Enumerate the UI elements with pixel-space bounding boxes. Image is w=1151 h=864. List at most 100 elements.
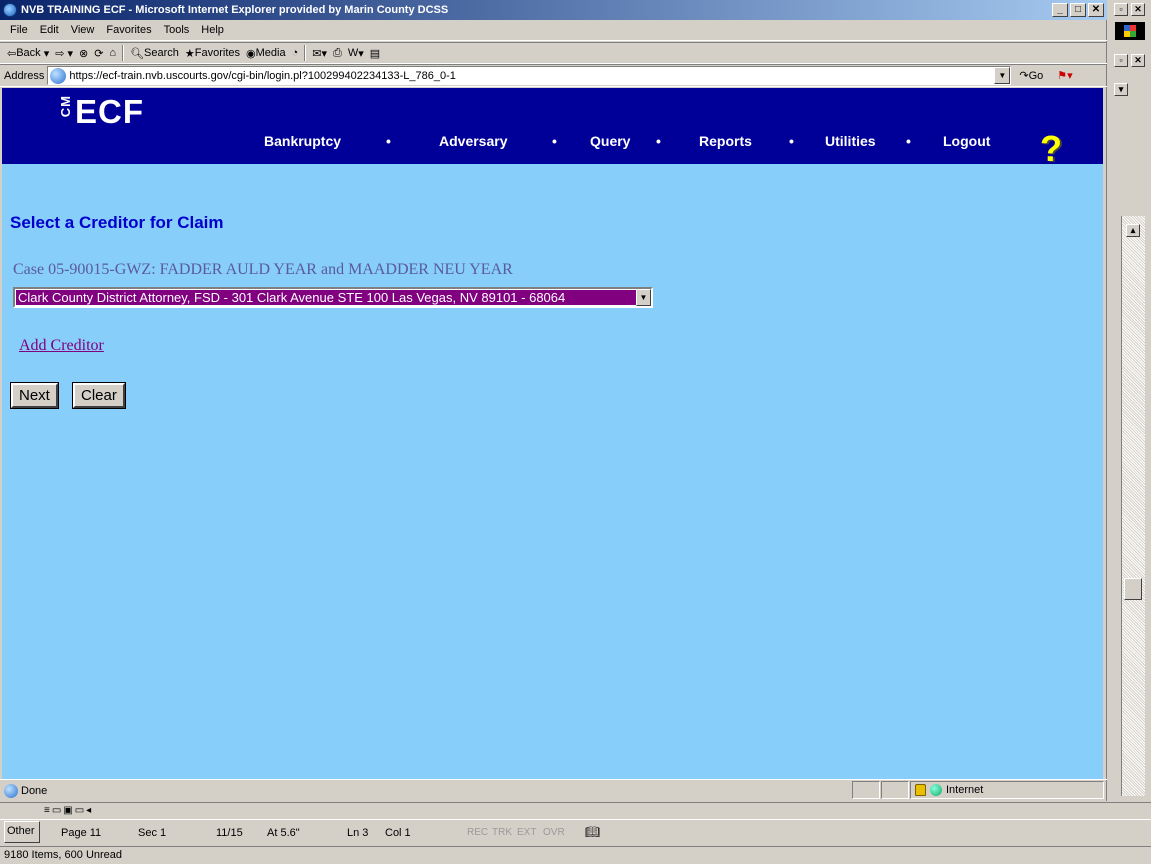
forward-button[interactable]: ⇨ ▾ bbox=[52, 47, 76, 60]
stop-button[interactable]: ⊗ bbox=[76, 47, 91, 60]
word-section: Sec 1 bbox=[138, 827, 167, 839]
forward-arrow-icon: ⇨ bbox=[55, 47, 65, 60]
nav-separator: • bbox=[906, 133, 911, 149]
menu-edit[interactable]: Edit bbox=[34, 24, 65, 36]
word-column: Col 1 bbox=[385, 827, 411, 839]
discuss-button[interactable]: ▤ bbox=[367, 47, 383, 60]
word-line: Ln 3 bbox=[347, 827, 369, 839]
word-page: Page 11 bbox=[61, 827, 102, 839]
bg-close-button[interactable]: ✕ bbox=[1131, 3, 1145, 16]
word-trk[interactable]: TRK bbox=[492, 827, 512, 838]
close-button[interactable]: ✕ bbox=[1088, 3, 1104, 17]
search-icon: 🔍︎ bbox=[130, 47, 145, 60]
window-title: NVB TRAINING ECF - Microsoft Internet Ex… bbox=[21, 4, 449, 16]
home-icon: ⌂ bbox=[109, 47, 117, 59]
nav-reports[interactable]: Reports bbox=[699, 133, 752, 149]
other-tab[interactable]: Other bbox=[4, 821, 40, 843]
toolbar: ⇦ Back ▾ ⇨ ▾ ⊗ ⟳ ⌂ 🔍︎ Search ★ Favorites ◉ M… bbox=[0, 42, 1107, 64]
clear-button[interactable]: Clear bbox=[72, 382, 126, 409]
go-button[interactable]: ↷Go bbox=[1019, 69, 1043, 82]
ecf-navbar: CMECF Bankruptcy • Adversary • Query • R… bbox=[2, 88, 1103, 167]
bg-doc-close-button[interactable]: ✕ bbox=[1131, 54, 1145, 67]
address-input[interactable]: https://ecf-train.nvb.uscourts.gov/cgi-b… bbox=[47, 66, 1012, 85]
bg-vertical-scrollbar[interactable] bbox=[1121, 216, 1145, 796]
bg-restore-button[interactable]: ▫ bbox=[1114, 3, 1128, 16]
word-horizontal-scrollbar[interactable]: ≡▭▣▭◂ bbox=[0, 802, 1151, 819]
media-button[interactable]: ◉ Media bbox=[243, 47, 289, 60]
menu-help[interactable]: Help bbox=[195, 24, 230, 36]
discuss-icon: ▤ bbox=[369, 47, 381, 60]
scroll-up-icon[interactable]: ▴ bbox=[1126, 224, 1140, 237]
page-viewport: CMECF Bankruptcy • Adversary • Query • R… bbox=[2, 88, 1103, 779]
mail-button[interactable]: ✉ ▾ bbox=[309, 47, 330, 60]
outlook-status-bar: 9180 Items, 600 Unread bbox=[0, 846, 1151, 864]
menu-view[interactable]: View bbox=[65, 24, 101, 36]
refresh-icon: ⟳ bbox=[94, 47, 104, 60]
nav-logout[interactable]: Logout bbox=[943, 133, 990, 149]
bg-doc-restore-button[interactable]: ▫ bbox=[1114, 54, 1128, 67]
chevron-down-icon: ▾ bbox=[43, 47, 50, 60]
menu-favorites[interactable]: Favorites bbox=[100, 24, 157, 36]
edit-button[interactable]: W ▾ bbox=[345, 47, 367, 60]
add-creditor-link[interactable]: Add Creditor bbox=[19, 337, 104, 355]
nav-bankruptcy[interactable]: Bankruptcy bbox=[264, 133, 341, 149]
nav-query[interactable]: Query bbox=[590, 133, 630, 149]
acrobat-icon[interactable]: ⚑▾ bbox=[1057, 69, 1072, 82]
go-arrow-icon: ↷ bbox=[1019, 70, 1029, 82]
search-button[interactable]: 🔍︎ Search bbox=[127, 47, 182, 60]
zone-label: Internet bbox=[946, 784, 984, 796]
status-text: Done bbox=[21, 784, 48, 797]
chevron-down-icon: ▾ bbox=[358, 47, 364, 60]
word-ext[interactable]: EXT bbox=[517, 827, 536, 838]
status-pane bbox=[852, 781, 880, 799]
creditor-selected-value: Clark County District Attorney, FSD - 30… bbox=[16, 290, 636, 305]
home-button[interactable]: ⌂ bbox=[106, 47, 119, 59]
menu-file[interactable]: File bbox=[4, 24, 34, 36]
mail-icon: ✉ bbox=[312, 47, 322, 60]
back-arrow-icon: ⇦ bbox=[7, 47, 17, 60]
chevron-down-icon: ▾ bbox=[67, 47, 73, 60]
help-icon[interactable]: ? bbox=[1040, 131, 1062, 167]
menu-bar: File Edit View Favorites Tools Help bbox=[0, 20, 1107, 41]
word-rec[interactable]: REC bbox=[467, 827, 488, 838]
creditor-select[interactable]: Clark County District Attorney, FSD - 30… bbox=[13, 287, 653, 308]
ecf-logo: CMECF bbox=[58, 93, 144, 130]
lock-icon bbox=[915, 784, 926, 796]
chevron-down-icon: ▾ bbox=[321, 47, 327, 60]
print-button[interactable]: ⎙ bbox=[330, 47, 345, 60]
address-bar: Address https://ecf-train.nvb.uscourts.g… bbox=[0, 64, 1107, 87]
case-caption: Case 05-90015-GWZ: FADDER AULD YEAR and … bbox=[13, 261, 513, 278]
nav-separator: • bbox=[386, 133, 391, 149]
nav-separator: • bbox=[552, 133, 557, 149]
chevron-down-icon[interactable]: ▼ bbox=[636, 289, 651, 306]
bg-dropdown-button[interactable]: ▾ bbox=[1114, 83, 1128, 96]
media-icon: ◉ bbox=[246, 47, 256, 60]
back-button[interactable]: ⇦ Back ▾ bbox=[4, 47, 52, 60]
favorites-button[interactable]: ★ Favorites bbox=[182, 47, 243, 60]
spelling-icon[interactable]: 📖︎ bbox=[585, 825, 600, 839]
menu-tools[interactable]: Tools bbox=[158, 24, 196, 36]
word-status-bar bbox=[0, 819, 1151, 845]
history-button[interactable]: ◔ bbox=[289, 47, 302, 59]
stop-icon: ⊗ bbox=[78, 47, 89, 60]
nav-utilities[interactable]: Utilities bbox=[825, 133, 876, 149]
page-title: Select a Creditor for Claim bbox=[10, 213, 224, 232]
address-url: https://ecf-train.nvb.uscourts.gov/cgi-b… bbox=[69, 69, 456, 82]
refresh-button[interactable]: ⟳ bbox=[91, 47, 106, 60]
word-ovr[interactable]: OVR bbox=[543, 827, 565, 838]
favorites-icon: ★ bbox=[184, 47, 195, 60]
bg-scroll-thumb[interactable] bbox=[1124, 578, 1142, 600]
windows-logo-icon bbox=[1115, 22, 1145, 40]
nav-adversary[interactable]: Adversary bbox=[439, 133, 508, 149]
address-label: Address bbox=[4, 69, 45, 82]
status-pane bbox=[881, 781, 909, 799]
page-done-icon bbox=[4, 783, 18, 798]
minimize-button[interactable]: _ bbox=[1052, 3, 1068, 17]
nav-separator: • bbox=[789, 133, 794, 149]
ie-logo-icon bbox=[3, 3, 17, 17]
page-icon bbox=[50, 67, 67, 84]
maximize-button[interactable]: □ bbox=[1070, 3, 1086, 17]
view-buttons-icon[interactable]: ≡▭▣▭◂ bbox=[44, 805, 93, 816]
chevron-down-icon[interactable]: ▼ bbox=[994, 67, 1011, 84]
next-button[interactable]: Next bbox=[10, 382, 59, 409]
